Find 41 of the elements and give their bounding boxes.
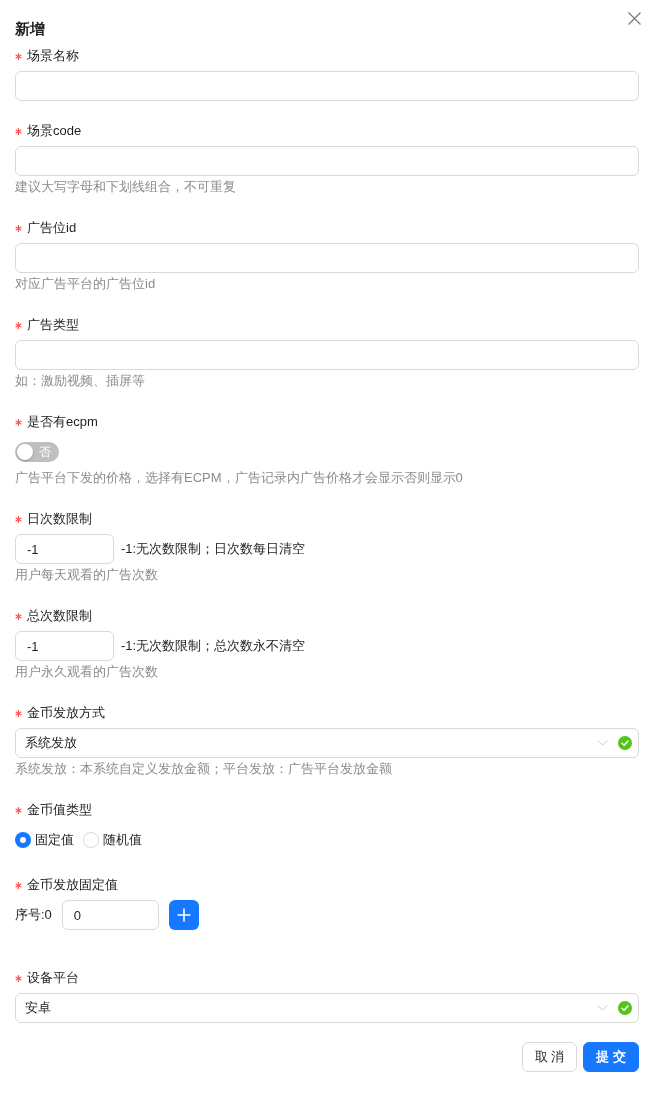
plus-icon	[176, 908, 191, 922]
index-label: 序号:0	[15, 906, 52, 925]
field-label: 金币发放方式	[27, 704, 105, 722]
text-input[interactable]	[15, 340, 639, 370]
radio-option[interactable]: 随机值	[83, 830, 148, 850]
text-input[interactable]	[15, 71, 639, 101]
number-input[interactable]: -1	[15, 534, 114, 564]
field-label: 设备平台	[27, 969, 79, 987]
select-field[interactable]: 系统发放	[15, 728, 639, 758]
field-hint: 对应广告平台的广告位id	[15, 275, 157, 293]
radio-option[interactable]: 固定值	[15, 830, 80, 850]
field-label: 日次数限制	[27, 510, 92, 528]
field-label: 金币值类型	[27, 801, 92, 819]
text-input[interactable]	[15, 146, 639, 176]
select-field[interactable]: 安卓	[15, 993, 639, 1023]
field-hint: 系统发放：本系统自定义发放金额；平台发放：广告平台发放金额	[15, 760, 393, 778]
field-note: -1:无次数限制；总次数永不清空	[121, 637, 306, 656]
field-label: 是否有ecpm	[27, 413, 98, 431]
field-note: -1:无次数限制；日次数每日清空	[121, 540, 306, 559]
add-button[interactable]	[168, 900, 199, 930]
field-label: 广告类型	[27, 316, 79, 334]
chevron-down-icon	[597, 740, 608, 746]
field-hint: 广告平台下发的价格，选择有ECPM，广告记录内广告价格才会显示否则显示0	[15, 469, 464, 487]
field-label: 金币发放固定值	[27, 876, 118, 894]
cancel-button[interactable]: 取 消	[521, 1042, 578, 1072]
field-label: 总次数限制	[27, 607, 92, 625]
text-input[interactable]	[15, 243, 639, 273]
dialog-title: 新增	[15, 19, 45, 39]
field-hint: 如：激励视频、插屏等	[15, 372, 146, 390]
close-button[interactable]	[628, 12, 641, 25]
chevron-down-icon	[597, 1005, 608, 1011]
field-hint: 用户每天观看的广告次数	[15, 566, 159, 584]
close-icon	[628, 12, 641, 25]
field-hint: 用户永久观看的广告次数	[15, 663, 159, 681]
field-label: 广告位id	[27, 219, 77, 237]
number-input[interactable]: 0	[61, 900, 159, 930]
number-input[interactable]: -1	[15, 631, 114, 661]
submit-button[interactable]: 提 交	[583, 1042, 639, 1072]
field-hint: 建议大写字母和下划线组合，不可重复	[15, 178, 237, 196]
field-label: 场景名称	[27, 47, 79, 65]
field-label: 场景code	[27, 122, 82, 140]
